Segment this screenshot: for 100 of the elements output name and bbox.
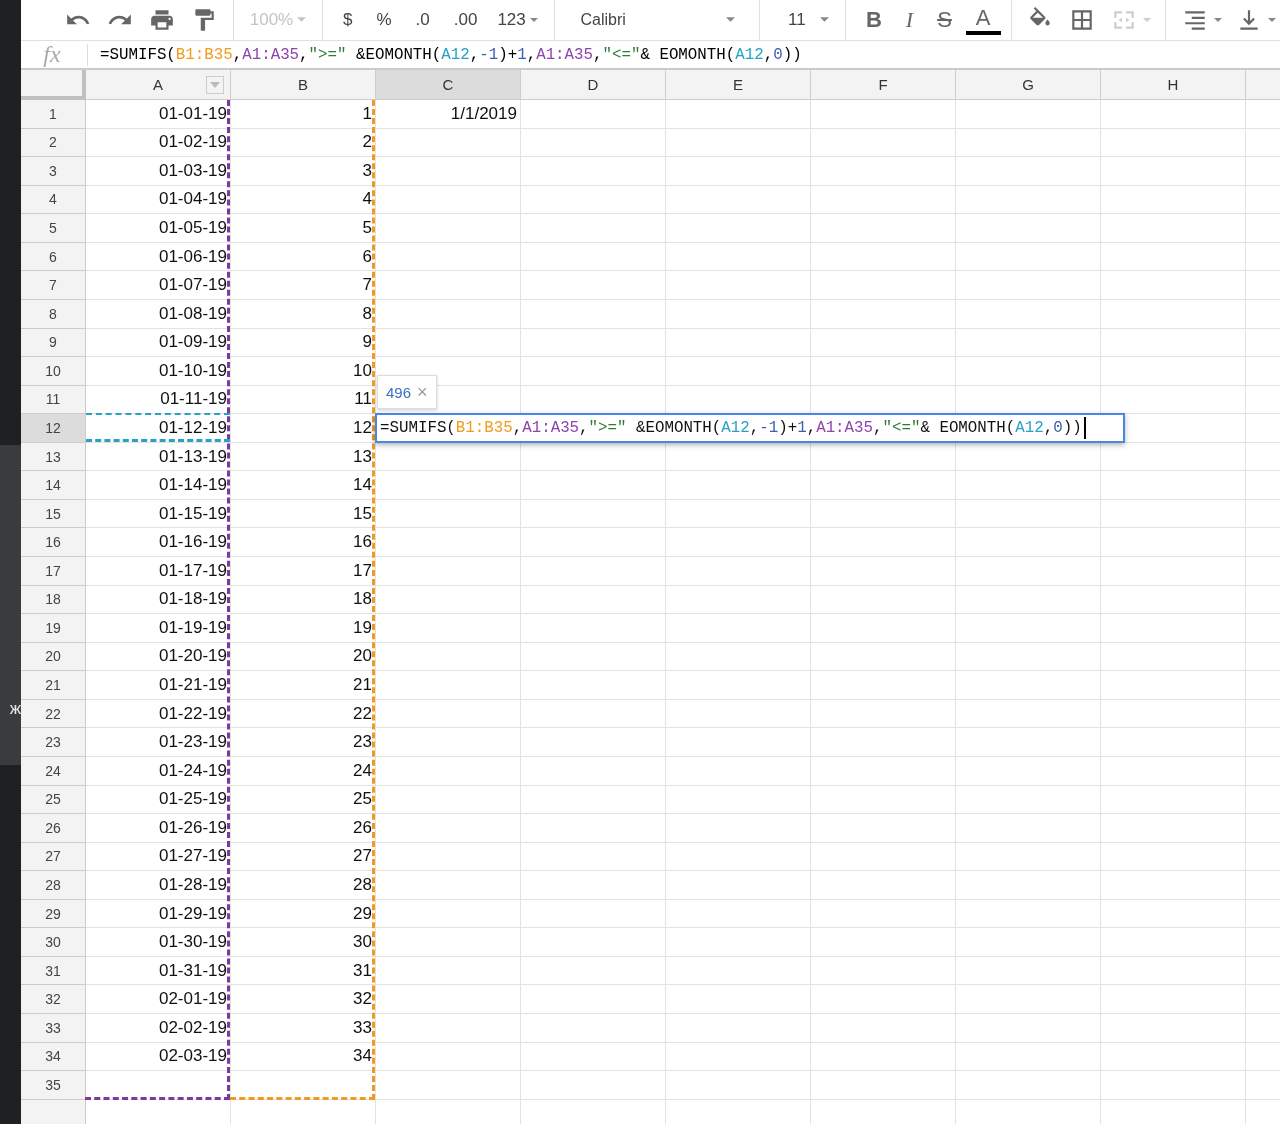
- row-header[interactable]: 30: [21, 928, 86, 957]
- table-cell: 28: [231, 871, 376, 900]
- table-cell: 10: [231, 357, 376, 386]
- row-header[interactable]: 6: [21, 242, 86, 272]
- row-header[interactable]: 11: [21, 385, 86, 415]
- row-header[interactable]: 14: [21, 471, 86, 500]
- row-header[interactable]: 26: [21, 814, 86, 843]
- row-header[interactable]: 12: [21, 414, 86, 443]
- number-format-button[interactable]: %: [366, 5, 402, 35]
- table-cell: 34: [231, 1042, 376, 1072]
- table-cell: 11: [231, 385, 376, 415]
- text-style-button[interactable]: A: [965, 5, 1001, 35]
- caret-icon: [726, 17, 736, 23]
- print-icon[interactable]: [149, 7, 175, 33]
- row-header[interactable]: 32: [21, 985, 86, 1014]
- table-cell: 01-02-19: [86, 128, 231, 158]
- text-style-button[interactable]: I: [895, 5, 924, 35]
- table-cell: 02-01-19: [86, 985, 231, 1014]
- table-cell: 01-12-19: [86, 414, 231, 443]
- row-header[interactable]: 27: [21, 842, 86, 872]
- number-format-button[interactable]: .0: [405, 5, 440, 35]
- table-cell: 15: [231, 499, 376, 529]
- row-header[interactable]: 25: [21, 785, 86, 815]
- row-header[interactable]: 13: [21, 442, 86, 472]
- column-header[interactable]: A: [86, 70, 231, 100]
- table-cell: 14: [231, 471, 376, 500]
- caret-icon[interactable]: [1214, 17, 1222, 23]
- table-cell: 1/1/2019: [376, 100, 521, 129]
- row-header[interactable]: 18: [21, 585, 86, 615]
- table-cell: 01-16-19: [86, 528, 231, 557]
- column-header[interactable]: H: [1101, 70, 1246, 100]
- row-header[interactable]: 35: [21, 1071, 86, 1100]
- table-cell: 01-26-19: [86, 814, 231, 843]
- row-header[interactable]: 10: [21, 357, 86, 386]
- row-header[interactable]: 29: [21, 899, 86, 929]
- table-cell: 01-17-19: [86, 557, 231, 586]
- row-header[interactable]: 20: [21, 642, 86, 672]
- number-format-button[interactable]: .00: [443, 5, 488, 35]
- cell-editor[interactable]: =SUMIFS(B1:B35,A1:A35,">=" &EOMONTH(A12,-1)+1,A1:A35,"<="& EOMONTH(A12,0)): [375, 413, 1125, 444]
- column-header[interactable]: F: [811, 70, 956, 100]
- font-dropdown[interactable]: Calibri: [564, 5, 750, 35]
- row-header[interactable]: 17: [21, 557, 86, 586]
- row-header[interactable]: 31: [21, 956, 86, 986]
- caret-icon[interactable]: [1268, 17, 1276, 23]
- column-header[interactable]: D: [521, 70, 666, 100]
- table-cell: 4: [231, 185, 376, 215]
- table-cell: 01-19-19: [86, 614, 231, 643]
- row-header[interactable]: 7: [21, 271, 86, 300]
- table-cell: 1: [231, 100, 376, 129]
- row-header[interactable]: 3: [21, 157, 86, 186]
- row-header[interactable]: 1: [21, 100, 86, 129]
- table-cell: 01-31-19: [86, 956, 231, 986]
- table-cell: 01-24-19: [86, 756, 231, 786]
- table-cell: 6: [231, 242, 376, 272]
- table-cell: 9: [231, 328, 376, 358]
- table-cell: 01-03-19: [86, 157, 231, 186]
- row-header[interactable]: 24: [21, 756, 86, 786]
- row-header[interactable]: 8: [21, 299, 86, 329]
- row-header[interactable]: 16: [21, 528, 86, 557]
- row-header[interactable]: 22: [21, 699, 86, 729]
- table-cell: 17: [231, 557, 376, 586]
- row-header[interactable]: 4: [21, 185, 86, 215]
- fx-label: fx: [42, 41, 62, 68]
- table-cell: 21: [231, 671, 376, 700]
- number-format-button[interactable]: $: [332, 5, 363, 35]
- column-header[interactable]: C: [376, 70, 521, 100]
- table-cell: 18: [231, 585, 376, 615]
- table-cell: 01-21-19: [86, 671, 231, 700]
- table-cell: 01-01-19: [86, 100, 231, 129]
- table-cell: 24: [231, 756, 376, 786]
- column-header[interactable]: G: [956, 70, 1101, 100]
- table-cell: 31: [231, 956, 376, 986]
- text-style-button[interactable]: S: [927, 5, 962, 35]
- more-formats-dropdown[interactable]: 123: [491, 5, 544, 35]
- row-header[interactable]: 15: [21, 499, 86, 529]
- row-header[interactable]: 33: [21, 1014, 86, 1043]
- table-cell: 02-03-19: [86, 1042, 231, 1072]
- row-header[interactable]: 19: [21, 614, 86, 643]
- row-header[interactable]: 2: [21, 128, 86, 158]
- table-cell: 01-10-19: [86, 357, 231, 386]
- row-header[interactable]: 23: [21, 728, 86, 757]
- row-header[interactable]: 34: [21, 1042, 86, 1072]
- table-cell: 7: [231, 271, 376, 300]
- row-header[interactable]: 5: [21, 214, 86, 243]
- table-cell: 8: [231, 299, 376, 329]
- table-cell: 01-13-19: [86, 442, 231, 472]
- table-cell: 01-11-19: [86, 385, 231, 415]
- table-cell: 20: [231, 642, 376, 672]
- column-header[interactable]: E: [666, 70, 811, 100]
- row-header[interactable]: 9: [21, 328, 86, 358]
- table-cell: 01-15-19: [86, 499, 231, 529]
- column-header[interactable]: B: [231, 70, 376, 100]
- row-header[interactable]: 28: [21, 871, 86, 900]
- row-header[interactable]: 21: [21, 671, 86, 700]
- font-size-dropdown[interactable]: 11: [769, 5, 836, 35]
- formula-input[interactable]: =SUMIFS(B1:B35,A1:A35,">=" &EOMONTH(A12,-1)+1,A1:A35,"<="& EOMONTH(A12,0)): [100, 45, 802, 64]
- table-cell: 01-30-19: [86, 928, 231, 957]
- table-cell: 01-18-19: [86, 585, 231, 615]
- table-cell: 13: [231, 442, 376, 472]
- text-style-button[interactable]: B: [855, 5, 892, 35]
